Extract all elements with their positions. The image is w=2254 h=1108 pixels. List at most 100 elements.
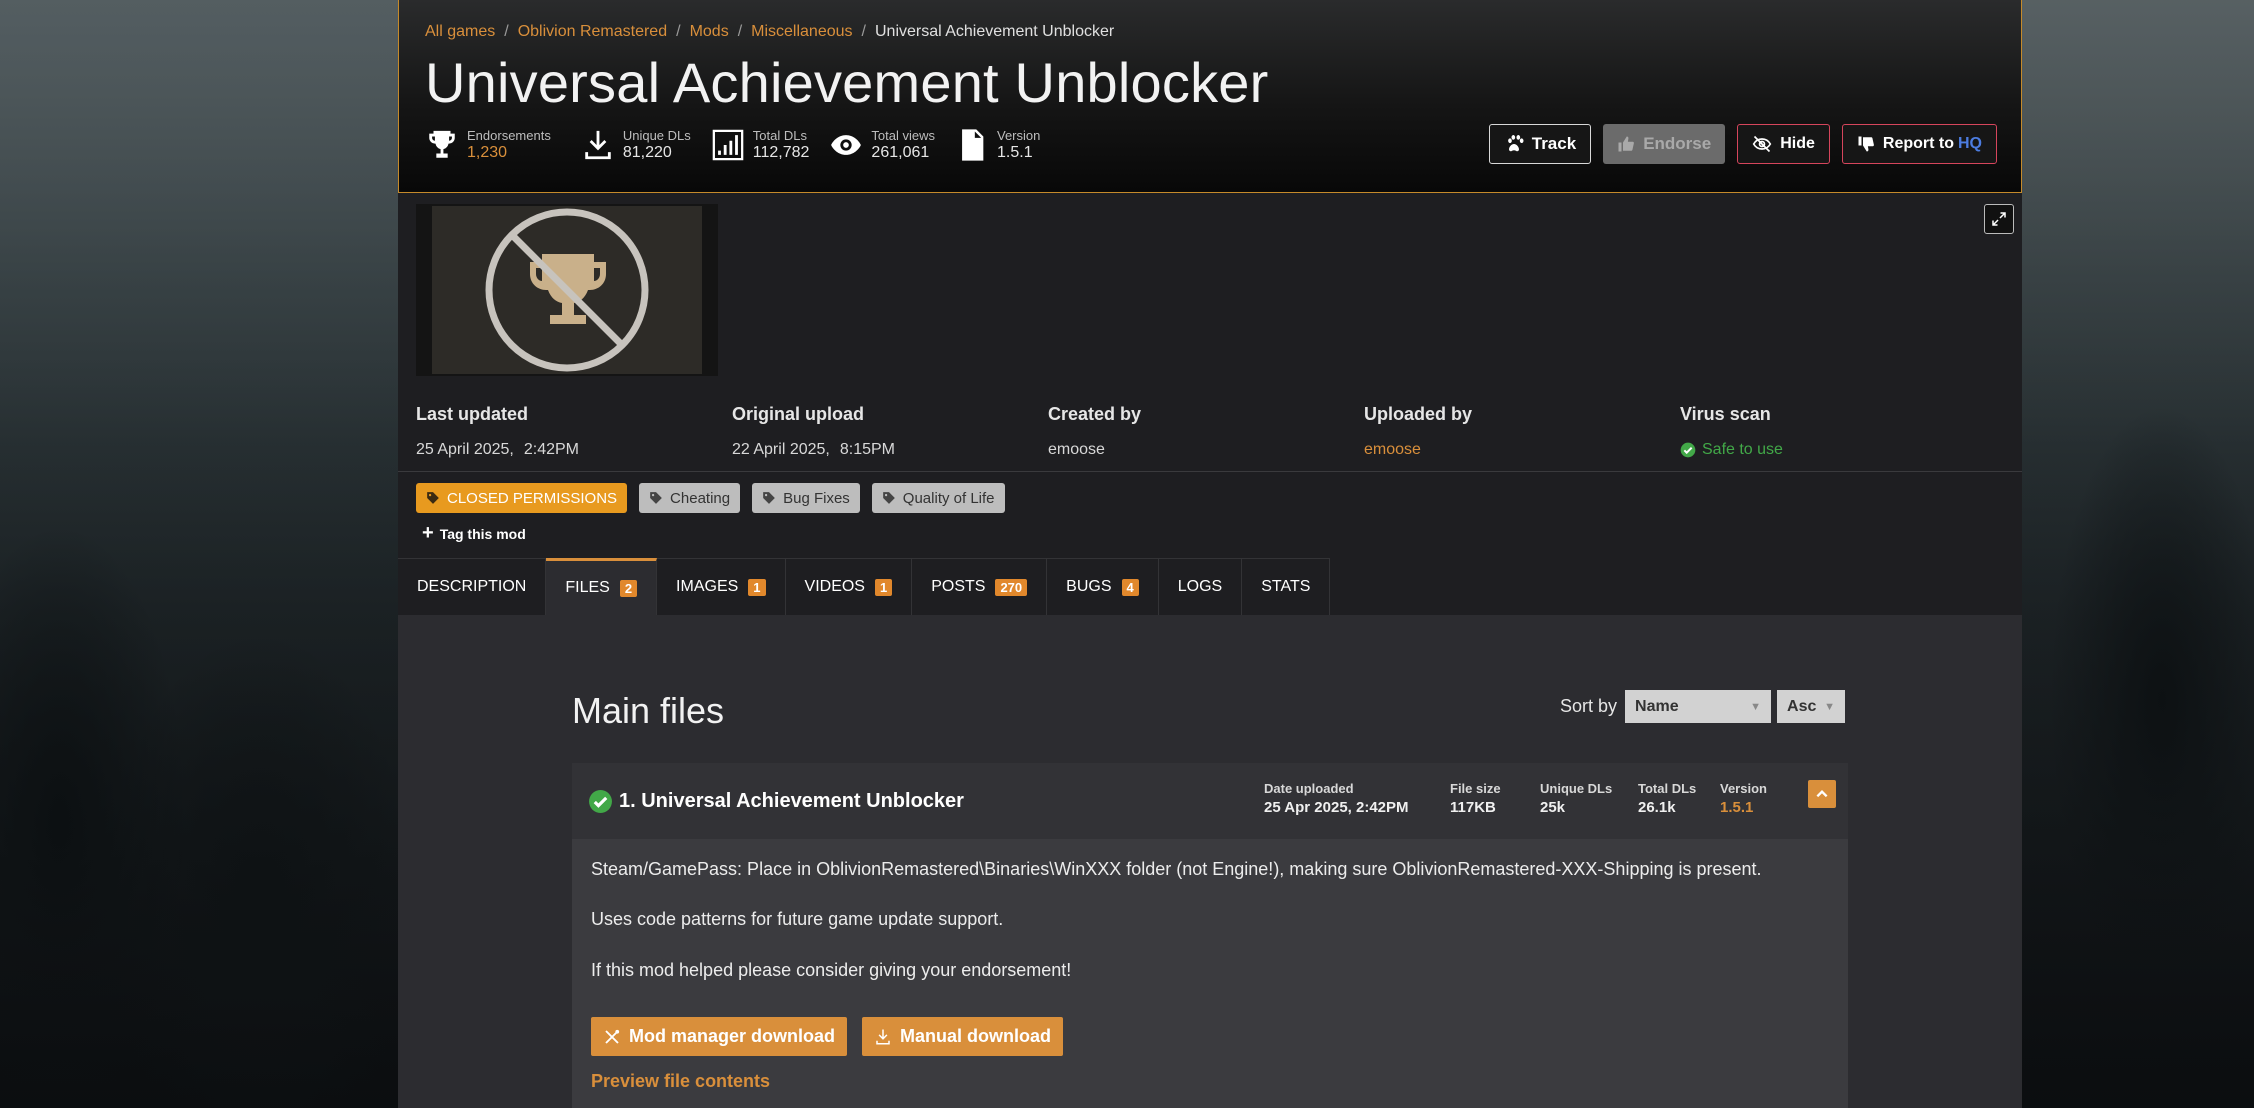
stat-label: Total views (871, 128, 935, 143)
breadcrumb-separator: / (504, 23, 509, 40)
expand-icon (1992, 212, 2006, 226)
breadcrumb-current: Universal Achievement Unblocker (874, 23, 1115, 40)
mod-thumbnail[interactable] (416, 204, 718, 376)
tab-count-badge: 1 (748, 578, 766, 596)
breadcrumb-category[interactable]: Miscellaneous (751, 23, 852, 41)
tab-count-badge: 1 (874, 578, 893, 596)
tag-icon (763, 492, 775, 504)
file-description-line: Uses code patterns for future game updat… (591, 909, 1004, 929)
tag-this-mod-button[interactable]: + Tag this mod (422, 522, 526, 545)
file-name: 1. Universal Achievement Unblocker (588, 763, 964, 839)
file-size-label: File size (1450, 781, 1501, 796)
file-description-line: If this mod helped please consider givin… (591, 960, 1072, 980)
file-card: 1. Universal Achievement Unblocker Date … (572, 763, 1848, 1108)
plus-icon: + (422, 522, 434, 544)
stat-label: Endorsements (467, 128, 551, 143)
file-date-label: Date uploaded (1264, 781, 1354, 796)
divider (398, 471, 2022, 472)
tab-stats[interactable]: STATS (1242, 558, 1331, 615)
tab-label: IMAGES (676, 578, 739, 595)
meta-date: 25 April 2025, (416, 441, 514, 458)
report-hq-label: HQ (1958, 135, 1982, 152)
report-button[interactable]: Report to HQ (1841, 124, 1997, 164)
breadcrumb-separator: / (861, 23, 866, 40)
file-total-label: Total DLs (1638, 781, 1697, 796)
tag-label: Bug Fixes (783, 489, 850, 507)
manual-download-button[interactable]: Manual download (862, 1017, 1063, 1056)
file-date-value: 25 Apr 2025, 2:42PM (1264, 799, 1409, 816)
mod-manager-download-label: Mod manager download (629, 1026, 836, 1046)
stat-value: 261,061 (871, 144, 930, 161)
tag-closed-permissions[interactable]: CLOSED PERMISSIONS (416, 483, 628, 513)
meta-uploaded-by: Uploaded by emoose (1364, 404, 1680, 459)
expand-gallery-button[interactable] (1984, 204, 2014, 234)
sort-field-select[interactable]: Name ▼ (1625, 690, 1772, 723)
tab-bugs[interactable]: BUGS 4 (1047, 558, 1159, 615)
download-icon (876, 1029, 890, 1044)
meta-value: 22 April 2025, 8:15PM (732, 441, 1048, 459)
tag-list: CLOSED PERMISSIONS Cheating Bug Fixes Qu… (416, 483, 1005, 513)
tag-quality-of-life[interactable]: Quality of Life (871, 483, 1005, 513)
thumbs-down-icon (1858, 136, 1874, 152)
tab-images[interactable]: IMAGES 1 (657, 558, 786, 615)
virus-scan-status[interactable]: Safe to use (1680, 441, 1996, 459)
manual-download-label: Manual download (900, 1026, 1051, 1046)
mod-page: All games / Oblivion Remastered / Mods /… (398, 0, 2022, 1108)
tag-icon (650, 492, 662, 504)
tag-label: Cheating (670, 489, 731, 507)
mod-thumbnail-image (432, 206, 702, 374)
tab-videos[interactable]: VIDEOS 1 (785, 558, 913, 615)
tab-posts[interactable]: POSTS 270 (912, 558, 1048, 615)
virus-scan-label: Safe to use (1702, 441, 1783, 458)
mod-manager-download-button[interactable]: Mod manager download (591, 1017, 848, 1056)
sort-field-value: Name (1635, 697, 1679, 715)
track-button[interactable]: Track (1488, 124, 1592, 164)
tag-label: Quality of Life (902, 489, 995, 507)
file-description-line: Steam/GamePass: Place in OblivionRemaste… (591, 859, 1762, 879)
meta-date: 22 April 2025, (732, 441, 830, 458)
files-tab-content: Main files Sort by Name ▼ Asc ▼ 1. Unive… (398, 615, 2022, 1108)
meta-label: Uploaded by (1364, 404, 1473, 424)
endorse-button[interactable]: Endorse (1603, 124, 1726, 164)
mod-meta: Last updated 25 April 2025, 2:42PM Origin… (416, 404, 1996, 459)
report-label: Report to (1882, 135, 1954, 152)
file-date: Date uploaded 25 Apr 2025, 2:42PM (1264, 781, 1409, 816)
file-unique-label: Unique DLs (1540, 781, 1613, 796)
tab-files[interactable]: FILES 2 (546, 558, 658, 615)
mod-stats: Endorsements 1,230 Unique DLs 81,220 Total… (425, 128, 1060, 163)
file-size-value: 117KB (1450, 799, 1496, 816)
stat-endorsements: Endorsements 1,230 (425, 128, 551, 163)
eye-icon (831, 135, 862, 155)
sort-order-select[interactable]: Asc ▼ (1777, 690, 1846, 723)
breadcrumb-mods[interactable]: Mods (690, 23, 729, 41)
track-label: Track (1531, 134, 1577, 153)
collapse-file-button[interactable] (1808, 780, 1836, 808)
tag-bug-fixes[interactable]: Bug Fixes (752, 483, 860, 513)
breadcrumb-all-games[interactable]: All games (425, 23, 495, 41)
mod-header: All games / Oblivion Remastered / Mods /… (398, 0, 2022, 193)
uploader-link[interactable]: emoose (1364, 441, 1680, 459)
breadcrumb: All games / Oblivion Remastered / Mods /… (425, 23, 1114, 41)
preview-file-contents-link[interactable]: Preview file contents (591, 1071, 770, 1092)
tab-label: VIDEOS (804, 578, 865, 595)
file-total-dls: Total DLs 26.1k (1638, 781, 1696, 816)
tab-description[interactable]: DESCRIPTION (398, 558, 547, 615)
meta-label: Virus scan (1680, 404, 1771, 424)
meta-time: 8:15PM (839, 441, 895, 458)
hide-button[interactable]: Hide (1737, 124, 1830, 164)
author-name: emoose (1048, 441, 1105, 458)
tab-logs[interactable]: LOGS (1158, 558, 1243, 615)
meta-virus-scan: Virus scan Safe to use (1680, 404, 1996, 459)
no-achievement-icon (432, 206, 702, 374)
file-header[interactable]: 1. Universal Achievement Unblocker Date … (572, 763, 1848, 839)
tag-cheating[interactable]: Cheating (639, 483, 741, 513)
breadcrumb-game[interactable]: Oblivion Remastered (518, 23, 667, 41)
stat-label: Version (997, 128, 1041, 143)
check-circle-icon (1680, 442, 1696, 458)
breadcrumb-separator: / (676, 23, 681, 40)
file-version-label: Version (1720, 781, 1767, 796)
file-unique-dls: Unique DLs 25k (1540, 781, 1612, 816)
file-unique-value: 25k (1540, 799, 1566, 816)
page-title: Universal Achievement Unblocker (425, 51, 1269, 114)
tab-label: BUGS (1066, 578, 1112, 595)
